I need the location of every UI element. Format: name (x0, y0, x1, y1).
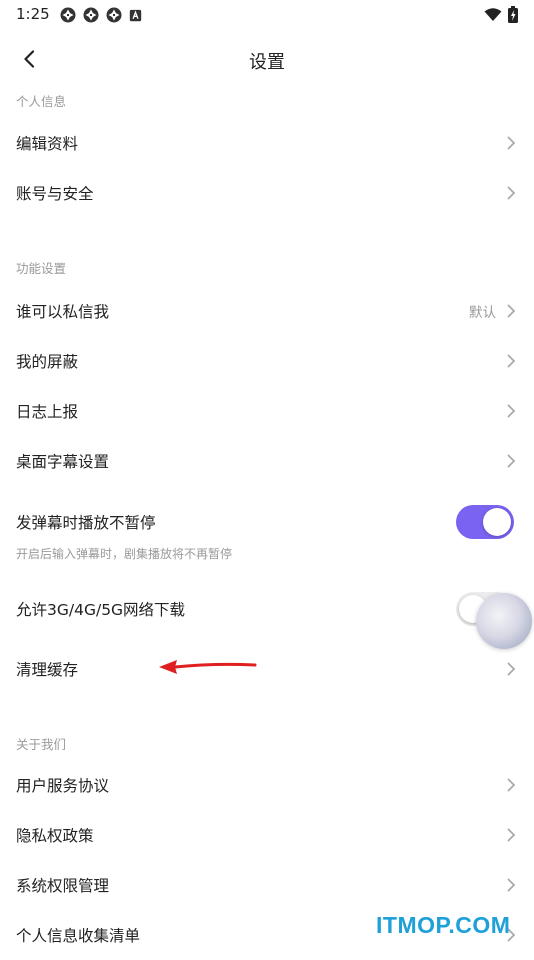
chevron-right-icon (507, 354, 516, 368)
settings-item-label: 账号与安全 (16, 185, 94, 203)
section-title-about: 关于我们 (16, 737, 67, 752)
section-title-features: 功能设置 (16, 261, 67, 276)
chevron-right-icon (507, 186, 516, 200)
settings-item-my-blocked[interactable]: 我的屏蔽 (0, 336, 534, 386)
settings-item-label: 编辑资料 (16, 135, 79, 153)
settings-item-label: 谁可以私信我 (16, 303, 110, 321)
status-time: 1:25 (16, 5, 50, 23)
watermark: ITMOP.COM (376, 912, 511, 938)
settings-item-privacy-policy[interactable]: 隐私权政策 (0, 810, 534, 860)
settings-item-danmaku-no-pause: 发弹幕时播放不暂停 (0, 497, 534, 547)
settings-item-label: 系统权限管理 (16, 877, 110, 895)
settings-item-label: 清理缓存 (16, 661, 79, 679)
settings-item-value: 默认 (469, 305, 496, 321)
settings-item-who-can-message[interactable]: 谁可以私信我 默认 (0, 286, 534, 336)
settings-item-edit-profile[interactable]: 编辑资料 (0, 118, 534, 168)
settings-item-system-permissions[interactable]: 系统权限管理 (0, 860, 534, 910)
settings-item-user-agreement[interactable]: 用户服务协议 (0, 760, 534, 810)
settings-item-mobile-download: 允许3G/4G/5G网络下载 (0, 584, 534, 634)
chevron-right-icon (507, 662, 516, 676)
wifi-icon (484, 7, 502, 21)
section-title-personal: 个人信息 (16, 94, 67, 109)
settings-item-label: 发弹幕时播放不暂停 (16, 514, 156, 532)
aperture-icon (60, 7, 76, 23)
aperture-icon (106, 7, 122, 23)
settings-item-label: 我的屏蔽 (16, 353, 79, 371)
chevron-right-icon (507, 454, 516, 468)
a-box-icon (129, 9, 142, 21)
chevron-right-icon (507, 404, 516, 418)
settings-item-label: 日志上报 (16, 403, 79, 421)
danmaku-no-pause-toggle[interactable] (456, 505, 514, 539)
settings-item-log-report[interactable]: 日志上报 (0, 386, 534, 436)
settings-item-desktop-subtitles[interactable]: 桌面字幕设置 (0, 436, 534, 486)
settings-item-clear-cache[interactable]: 清理缓存 (0, 644, 534, 694)
page-header: 设置 (0, 36, 534, 82)
settings-item-account-security[interactable]: 账号与安全 (0, 168, 534, 218)
settings-item-label: 桌面字幕设置 (16, 453, 110, 471)
settings-item-description: 开启后输入弹幕时，剧集播放将不再暂停 (16, 547, 233, 561)
chevron-right-icon (507, 136, 516, 150)
chevron-right-icon (507, 778, 516, 792)
toggle-knob (483, 508, 511, 536)
status-bar: 1:25 (0, 0, 534, 30)
chevron-right-icon (507, 828, 516, 842)
aperture-icon (83, 7, 99, 23)
settings-item-label: 个人信息收集清单 (16, 927, 141, 945)
chevron-right-icon (507, 878, 516, 892)
notification-icons (60, 7, 142, 23)
battery-charging-icon (508, 6, 518, 23)
settings-item-label: 用户服务协议 (16, 777, 110, 795)
settings-item-label: 允许3G/4G/5G网络下载 (16, 601, 186, 619)
settings-item-label: 隐私权政策 (16, 827, 94, 845)
system-icons (484, 6, 518, 23)
chevron-right-icon (507, 304, 516, 318)
annotation-arrow-icon (159, 660, 257, 674)
page-title: 设置 (249, 52, 285, 73)
floating-avatar-bubble[interactable] (476, 593, 532, 649)
